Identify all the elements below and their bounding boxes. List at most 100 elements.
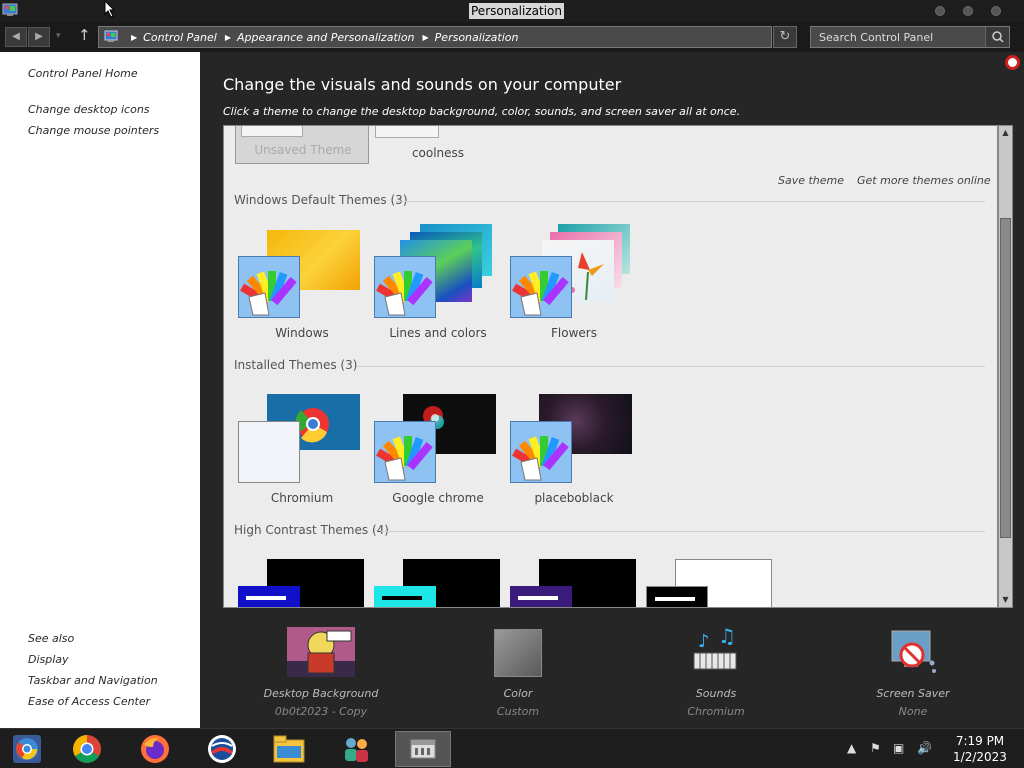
option-label: Desktop Background	[263, 687, 379, 700]
volume-icon[interactable]: 🔊	[917, 741, 932, 755]
theme-google-chrome[interactable]	[374, 394, 498, 488]
save-theme-link[interactable]: Save theme	[778, 174, 844, 187]
theme-label: Flowers	[551, 326, 597, 340]
forward-button[interactable]: ▶	[28, 27, 50, 47]
color-palette-icon	[374, 421, 436, 483]
theme-label: coolness	[411, 146, 465, 160]
change-mouse-pointers-link[interactable]: Change mouse pointers	[28, 124, 159, 137]
people-icon[interactable]	[330, 731, 384, 767]
theme-lines-and-colors[interactable]	[374, 224, 498, 319]
chrome-icon[interactable]	[60, 731, 114, 767]
breadcrumb: ▶ Control Panel ▶ Appearance and Persona…	[123, 27, 518, 47]
navigation-bar: ◀ ▶ ▾ ↑ ▶ Control Panel ▶ Appearance and…	[0, 22, 1024, 52]
control-panel-icon	[2, 3, 18, 16]
svg-text:♪: ♪	[698, 631, 710, 652]
color-palette-icon	[374, 256, 436, 318]
svg-text:♫: ♫	[718, 627, 736, 648]
breadcrumb-separator-icon[interactable]: ▶	[225, 33, 231, 42]
section-high-contrast-themes: High Contrast Themes (4)	[234, 523, 389, 537]
breadcrumb-appearance[interactable]: Appearance and Personalization	[237, 31, 415, 44]
theme-label: placeboblack	[534, 491, 614, 505]
control-panel-icon[interactable]	[395, 731, 451, 767]
chromium-icon[interactable]	[0, 731, 54, 767]
breadcrumb-control-panel[interactable]: Control Panel	[143, 31, 217, 44]
option-label: Color	[503, 687, 533, 700]
firefox-icon[interactable]	[128, 731, 182, 767]
taskbar-navigation-link[interactable]: Taskbar and Navigation	[28, 674, 158, 687]
display-link[interactable]: Display	[28, 653, 69, 666]
option-label: Screen Saver	[876, 687, 950, 700]
theme-label: Windows	[275, 326, 329, 340]
mouse-cursor-icon	[104, 0, 116, 18]
back-button[interactable]: ◀	[5, 27, 27, 47]
title-bar: Personalization	[0, 0, 1024, 22]
color-palette-icon	[510, 256, 572, 318]
option-value: Custom	[496, 705, 540, 718]
obs-icon[interactable]	[195, 731, 249, 767]
control-panel-home-link[interactable]: Control Panel Home	[28, 67, 138, 80]
see-also-title: See also	[28, 632, 75, 645]
theme-label: Chromium	[270, 491, 334, 505]
sidebar: Control Panel Home Change desktop icons …	[0, 52, 200, 728]
search-button[interactable]	[985, 27, 1009, 47]
network-icon[interactable]: ▣	[893, 741, 904, 755]
theme-chromium[interactable]	[238, 394, 362, 488]
screen-saver-icon	[891, 630, 936, 673]
search-input[interactable]	[811, 27, 985, 47]
maximize-button[interactable]	[963, 6, 973, 16]
sounds-icon: ♪ ♫	[693, 627, 737, 670]
control-panel-icon	[104, 30, 118, 42]
option-value: None	[898, 705, 928, 718]
theme-coolness[interactable]	[375, 126, 439, 138]
theme-windows[interactable]	[238, 224, 362, 319]
theme-high-contrast-3[interactable]	[510, 559, 636, 607]
page-subtitle: Click a theme to change the desktop back…	[223, 105, 741, 118]
option-label: Sounds	[695, 687, 737, 700]
system-clock[interactable]: 7:19 PM 1/2/2023	[940, 733, 1020, 765]
breadcrumb-separator-icon[interactable]: ▶	[131, 33, 137, 42]
show-hidden-icons-icon[interactable]: ▲	[847, 741, 856, 755]
section-installed-themes: Installed Themes (3)	[234, 358, 358, 372]
clock-date: 1/2/2023	[953, 750, 1007, 764]
file-explorer-icon[interactable]	[262, 731, 316, 767]
change-desktop-icons-link[interactable]: Change desktop icons	[28, 103, 150, 116]
theme-high-contrast-1[interactable]	[238, 559, 364, 607]
theme-label: Unsaved Theme	[254, 143, 352, 157]
close-button[interactable]	[991, 6, 1001, 16]
get-more-themes-link[interactable]: Get more themes online	[857, 174, 991, 187]
main-panel: Change the visuals and sounds on your co…	[200, 52, 1024, 728]
theme-high-contrast-2[interactable]	[374, 559, 500, 607]
breadcrumb-personalization[interactable]: Personalization	[435, 31, 519, 44]
theme-flowers[interactable]	[510, 224, 634, 319]
color-palette-icon	[510, 421, 572, 483]
theme-label: Lines and colors	[389, 326, 487, 340]
color-palette-icon	[238, 256, 300, 318]
scroll-down-icon[interactable]: ▼	[999, 593, 1012, 607]
recent-locations-icon[interactable]: ▾	[56, 31, 61, 41]
theme-unsaved[interactable]: Unsaved Theme	[235, 126, 369, 164]
desktop-background-icon	[287, 627, 355, 677]
scroll-up-icon[interactable]: ▲	[999, 126, 1012, 140]
address-bar[interactable]: ▶ Control Panel ▶ Appearance and Persona…	[98, 26, 772, 48]
theme-high-contrast-white[interactable]	[646, 559, 774, 607]
action-center-flag-icon[interactable]: ⚑	[870, 741, 881, 755]
refresh-button[interactable]: ↻	[773, 26, 797, 48]
theme-placeboblack[interactable]	[510, 394, 634, 488]
theme-label: Google chrome	[392, 491, 484, 505]
up-arrow-icon[interactable]: ↑	[78, 26, 91, 44]
taskbar: ▲ ⚑ ▣ 🔊 7:19 PM 1/2/2023	[0, 728, 1024, 768]
section-default-themes: Windows Default Themes (3)	[234, 193, 408, 207]
color-swatch-icon	[494, 629, 542, 677]
minimize-button[interactable]	[935, 6, 945, 16]
window-title: Personalization	[469, 3, 564, 19]
option-value: Chromium	[687, 705, 745, 718]
option-value: 0b0t2023 - Copy	[274, 705, 368, 718]
help-icon[interactable]	[1005, 55, 1020, 70]
breadcrumb-separator-icon[interactable]: ▶	[423, 33, 429, 42]
ease-of-access-link[interactable]: Ease of Access Center	[28, 695, 150, 708]
theme-list: Unsaved Theme coolness Save theme Get mo…	[223, 125, 998, 608]
clock-time: 7:19 PM	[955, 734, 1005, 748]
scrollbar-thumb[interactable]	[1000, 218, 1011, 538]
theme-list-scrollbar[interactable]: ▲ ▼	[998, 125, 1013, 608]
search-icon	[992, 31, 1004, 43]
